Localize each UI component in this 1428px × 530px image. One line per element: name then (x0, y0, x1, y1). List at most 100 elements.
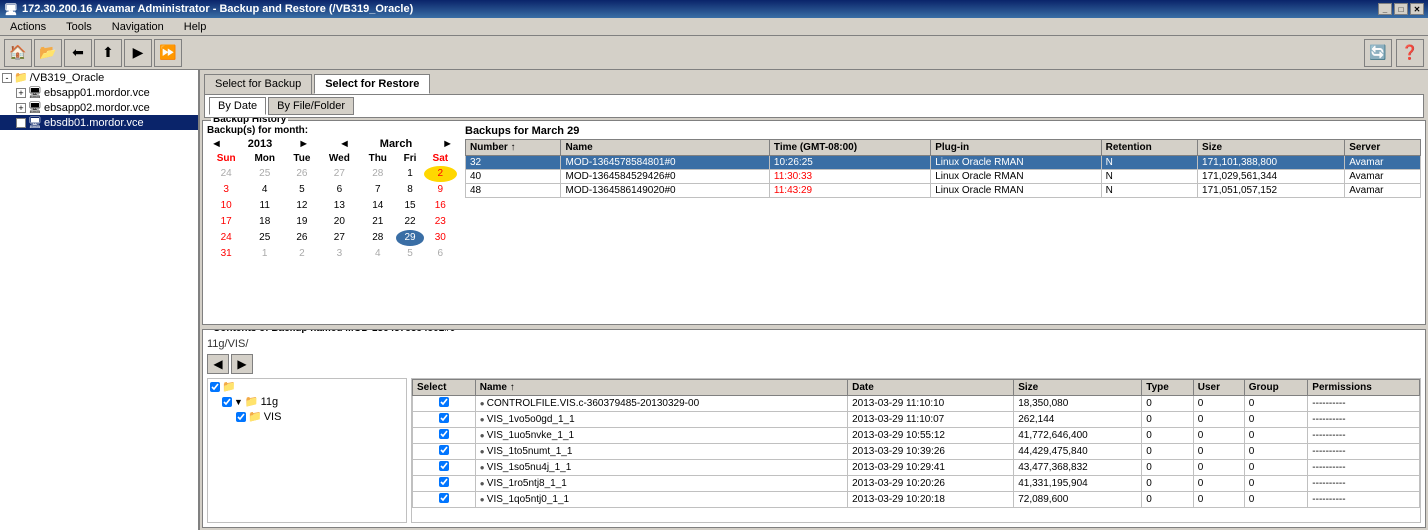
calendar-day[interactable]: 28 (360, 166, 396, 182)
sub-tab-by-file-folder[interactable]: By File/Folder (268, 97, 354, 115)
calendar-day[interactable]: 15 (396, 198, 424, 214)
calendar-day[interactable]: 5 (396, 246, 424, 262)
tree-root-checkbox[interactable] (210, 382, 220, 392)
contents-row-checkbox[interactable] (439, 429, 449, 439)
backups-table-row[interactable]: 48MOD-1364586149020#011:43:29Linux Oracl… (466, 184, 1421, 198)
calendar-day[interactable]: 26 (285, 230, 320, 246)
cal-next-month[interactable]: ► (438, 138, 457, 150)
calendar-day[interactable]: 6 (319, 182, 359, 198)
tree-expand-1[interactable]: + (16, 103, 26, 113)
menu-help[interactable]: Help (178, 20, 213, 34)
calendar-day[interactable]: 11 (245, 198, 285, 214)
tree-expand-0[interactable]: + (16, 88, 26, 98)
calendar-day[interactable]: 22 (396, 214, 424, 230)
backups-table-row[interactable]: 40MOD-1364584529426#011:30:33Linux Oracl… (466, 170, 1421, 184)
calendar-day[interactable]: 3 (319, 246, 359, 262)
calendar-day[interactable]: 7 (360, 182, 396, 198)
contents-row-checkbox[interactable] (439, 413, 449, 423)
toolbar-btn-4[interactable]: ⬆ (94, 39, 122, 67)
backups-col-header: Server (1345, 140, 1421, 156)
calendar-day[interactable]: 21 (360, 214, 396, 230)
calendar-day[interactable]: 1 (245, 246, 285, 262)
calendar-day[interactable]: 26 (285, 166, 320, 182)
backups-table-row[interactable]: 32MOD-1364578584801#010:26:25Linux Oracl… (466, 156, 1421, 170)
menu-actions[interactable]: Actions (4, 20, 52, 34)
contents-row-checkbox[interactable] (439, 461, 449, 471)
calendar-day[interactable]: 8 (396, 182, 424, 198)
close-button[interactable]: ✕ (1410, 3, 1424, 15)
tab-select-for-restore[interactable]: Select for Restore (314, 74, 430, 94)
tree-item-2[interactable]: + 🖥 ebsdb01.mordor.vce (0, 115, 198, 130)
toolbar-btn-2[interactable]: 📂 (34, 39, 62, 67)
calendar-day[interactable]: 3 (208, 182, 245, 198)
toolbar-btn-5[interactable]: ▶ (124, 39, 152, 67)
contents-table-row: ● VIS_1ro5ntj8_1_12013-03-29 10:20:2641,… (413, 476, 1420, 492)
contents-row-checkbox[interactable] (439, 493, 449, 503)
sub-tab-by-date[interactable]: By Date (209, 97, 266, 115)
calendar-day[interactable]: 2 (424, 166, 456, 182)
calendar-day[interactable]: 6 (424, 246, 456, 262)
tree-root-folder-icon: 📁 (222, 380, 236, 393)
contents-table-row: ● VIS_1qo5ntj0_1_12013-03-29 10:20:1872,… (413, 492, 1420, 508)
toolbar-refresh-button[interactable]: 🔄 (1364, 39, 1392, 67)
minimize-button[interactable]: _ (1378, 3, 1392, 15)
contents-row-checkbox[interactable] (439, 445, 449, 455)
bottom-btn-1[interactable]: ◀ (207, 354, 229, 374)
cal-next-year[interactable]: ► (294, 138, 313, 150)
bottom-btn-2[interactable]: ▶ (231, 354, 253, 374)
calendar-day[interactable]: 24 (208, 166, 245, 182)
tree-expand-11g[interactable]: ▼ (234, 397, 243, 407)
cal-prev-month[interactable]: ◄ (335, 138, 354, 150)
menu-navigation[interactable]: Navigation (106, 20, 170, 34)
calendar-day[interactable]: 2 (285, 246, 320, 262)
calendar-day[interactable]: 28 (360, 230, 396, 246)
calendar-day[interactable]: 24 (208, 230, 245, 246)
tree-11g-checkbox[interactable] (222, 397, 232, 407)
toolbar-help-button[interactable]: ❓ (1396, 39, 1424, 67)
contents-col-header: Type (1142, 380, 1194, 396)
calendar-day[interactable]: 9 (424, 182, 456, 198)
calendar-day[interactable]: 4 (245, 182, 285, 198)
calendar-day[interactable]: 20 (319, 214, 359, 230)
contents-row-checkbox[interactable] (439, 397, 449, 407)
calendar-day[interactable]: 27 (319, 230, 359, 246)
toolbar-btn-1[interactable]: 🏠 (4, 39, 32, 67)
calendar-day[interactable]: 13 (319, 198, 359, 214)
calendar-day[interactable]: 10 (208, 198, 245, 214)
calendar-day[interactable]: 1 (396, 166, 424, 182)
backups-col-header: Time (GMT-08:00) (769, 140, 930, 156)
calendar-day[interactable]: 29 (396, 230, 424, 246)
calendar-day[interactable]: 30 (424, 230, 456, 246)
tree-vis-checkbox[interactable] (236, 412, 246, 422)
calendar-day[interactable]: 17 (208, 214, 245, 230)
contents-tree-vis[interactable]: 📁 VIS (208, 409, 406, 424)
tree-item-label-1: ebsapp02.mordor.vce (44, 102, 150, 114)
calendar-day[interactable]: 31 (208, 246, 245, 262)
menu-tools[interactable]: Tools (60, 20, 98, 34)
tree-item-1[interactable]: + 🖥 ebsapp02.mordor.vce (0, 100, 198, 115)
calendar-day[interactable]: 27 (319, 166, 359, 182)
contents-row-checkbox[interactable] (439, 477, 449, 487)
tree-expand-2[interactable]: + (16, 118, 26, 128)
tree-root[interactable]: - 📁 /VB319_Oracle (0, 70, 198, 85)
calendar-day[interactable]: 25 (245, 230, 285, 246)
calendar-day[interactable]: 4 (360, 246, 396, 262)
calendar-day[interactable]: 5 (285, 182, 320, 198)
calendar-day[interactable]: 12 (285, 198, 320, 214)
calendar-day[interactable]: 16 (424, 198, 456, 214)
toolbar-btn-3[interactable]: ⬅ (64, 39, 92, 67)
tree-expand-root[interactable]: - (2, 73, 12, 83)
calendar-day[interactable]: 18 (245, 214, 285, 230)
contents-table-row: ● CONTROLFILE.VIS.c-360379485-20130329-0… (413, 396, 1420, 412)
tree-item-0[interactable]: + 🖥 ebsapp01.mordor.vce (0, 85, 198, 100)
tab-select-for-backup[interactable]: Select for Backup (204, 74, 312, 94)
calendar-day[interactable]: 19 (285, 214, 320, 230)
maximize-button[interactable]: □ (1394, 3, 1408, 15)
toolbar-btn-6[interactable]: ⏩ (154, 39, 182, 67)
calendar-day[interactable]: 23 (424, 214, 456, 230)
calendar-day[interactable]: 25 (245, 166, 285, 182)
contents-tree-11g[interactable]: ▼ 📁 11g (208, 394, 406, 409)
contents-tree-root[interactable]: 📁 (208, 379, 406, 394)
cal-prev-year[interactable]: ◄ (207, 138, 226, 150)
calendar-day[interactable]: 14 (360, 198, 396, 214)
